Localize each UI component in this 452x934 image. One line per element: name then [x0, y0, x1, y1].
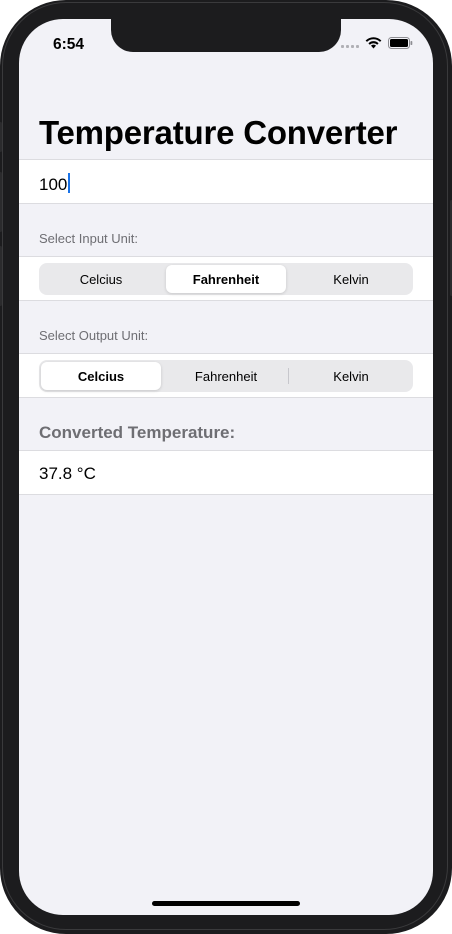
side-button-volume-up [0, 172, 2, 232]
input-unit-fahrenheit[interactable]: Fahrenheit [166, 265, 286, 293]
input-unit-row: Celcius Fahrenheit Kelvin [19, 256, 433, 301]
input-unit-segmented-control[interactable]: Celcius Fahrenheit Kelvin [39, 263, 413, 295]
cellular-signal-icon [341, 38, 359, 48]
wifi-icon [365, 37, 382, 49]
battery-icon [388, 37, 413, 49]
temperature-input-row[interactable]: 100 [19, 159, 433, 204]
output-unit-celcius[interactable]: Celcius [41, 362, 161, 390]
notch [111, 19, 341, 52]
side-button-volume-down [0, 246, 2, 306]
home-indicator[interactable] [152, 901, 300, 906]
output-unit-fahrenheit[interactable]: Fahrenheit [166, 362, 286, 390]
converted-temperature-row: 37.8 °C [19, 450, 433, 495]
input-unit-kelvin[interactable]: Kelvin [291, 265, 411, 293]
output-unit-segmented-control[interactable]: Celcius Fahrenheit Kelvin [39, 360, 413, 392]
status-icons [341, 37, 413, 49]
page-title: Temperature Converter [39, 114, 398, 151]
temperature-input[interactable]: 100 [39, 173, 71, 195]
converted-temperature-label: Converted Temperature: [39, 423, 236, 442]
screen: 6:54 Temperature Converter 100 Select In… [19, 19, 433, 915]
device-frame: 6:54 Temperature Converter 100 Select In… [0, 0, 452, 934]
segment-divider [288, 368, 289, 384]
output-unit-kelvin[interactable]: Kelvin [291, 362, 411, 390]
input-unit-label: Select Input Unit: [39, 231, 138, 246]
output-unit-row: Celcius Fahrenheit Kelvin [19, 353, 433, 398]
status-time: 6:54 [53, 36, 85, 53]
output-unit-label: Select Output Unit: [39, 328, 149, 343]
temperature-input-value: 100 [39, 175, 68, 194]
text-caret [68, 173, 71, 193]
input-unit-celcius[interactable]: Celcius [41, 265, 161, 293]
converted-temperature-value: 37.8 °C [39, 464, 96, 483]
side-button-silent [0, 122, 2, 152]
